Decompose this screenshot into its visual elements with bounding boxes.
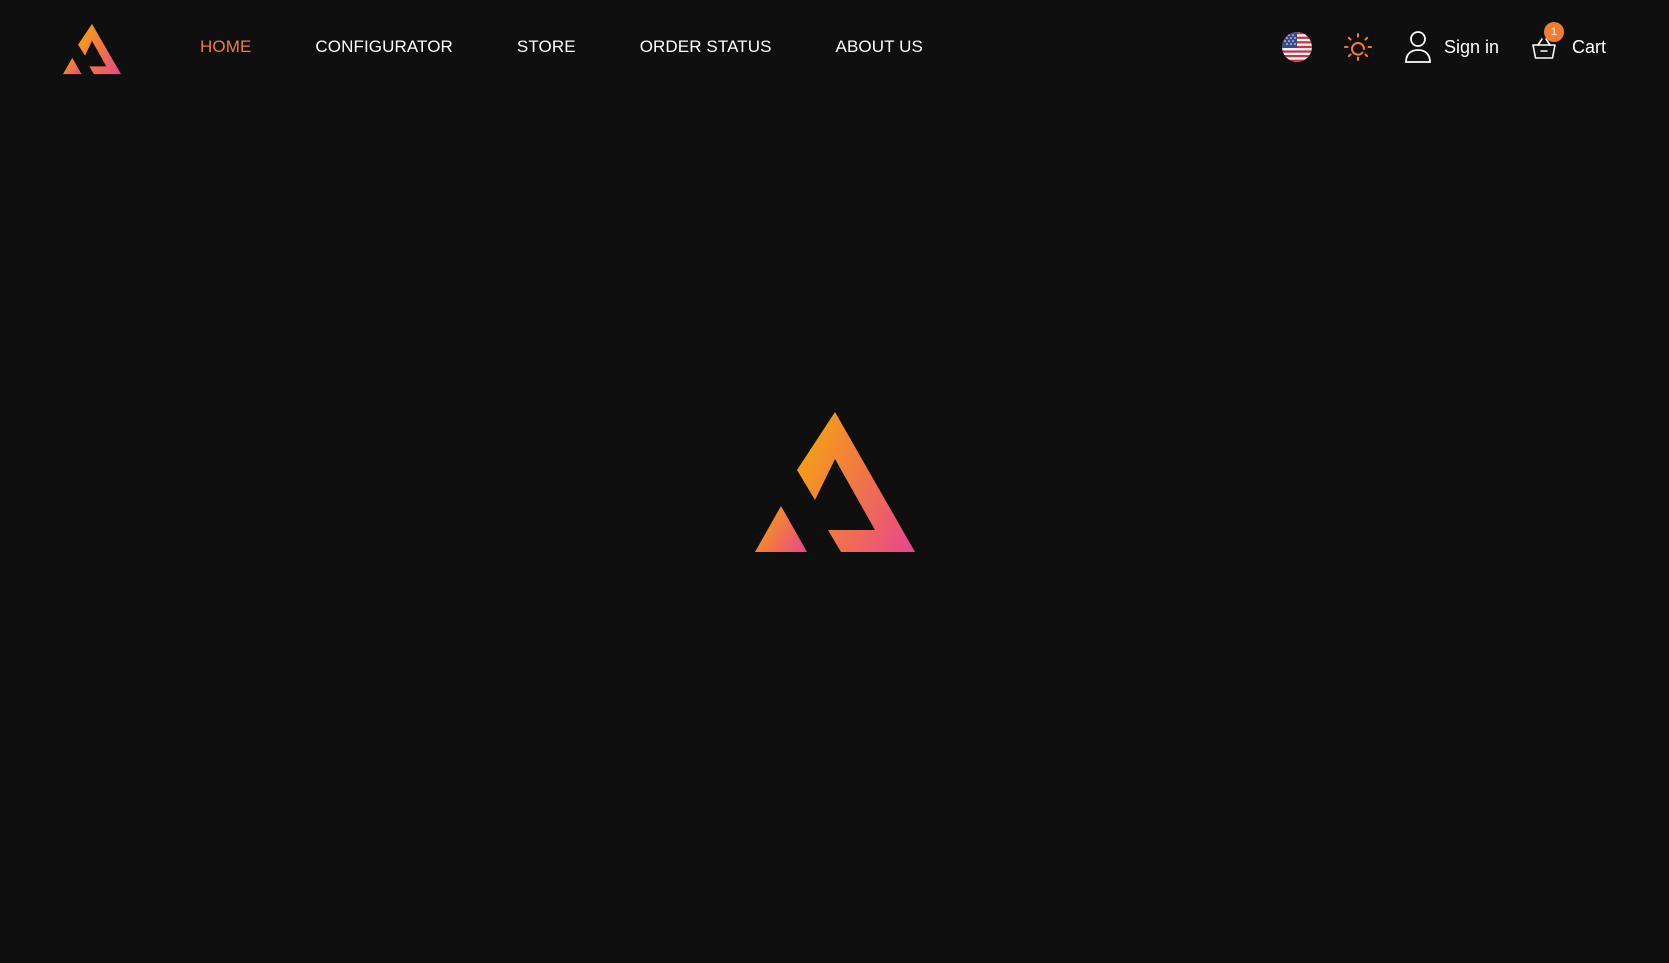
us-flag-icon[interactable] (1281, 32, 1312, 62)
cart-button[interactable]: 1 Cart (1531, 22, 1606, 62)
site-header: HOME CONFIGURATOR STORE ORDER STATUS ABO… (0, 0, 1669, 96)
sign-in-button[interactable]: Sign in (1404, 30, 1499, 64)
nav-item-configurator[interactable]: CONFIGURATOR (315, 37, 453, 57)
main-nav: HOME CONFIGURATOR STORE ORDER STATUS ABO… (200, 37, 987, 57)
nav-item-about-us[interactable]: ABOUT US (836, 37, 923, 57)
nav-item-home[interactable]: HOME (200, 37, 251, 57)
nav-item-store[interactable]: STORE (517, 37, 576, 57)
sign-in-label: Sign in (1443, 36, 1499, 57)
user-icon (1405, 31, 1431, 63)
header-tools: Sign in 1 Cart (1281, 22, 1606, 68)
cart-label: Cart (1571, 36, 1606, 57)
sun-icon[interactable] (1342, 31, 1374, 63)
brand-logo-icon[interactable] (63, 23, 121, 75)
nav-item-order-status[interactable]: ORDER STATUS (640, 37, 772, 57)
loading-logo-icon (755, 412, 915, 552)
cart-count-badge: 1 (1543, 22, 1564, 42)
